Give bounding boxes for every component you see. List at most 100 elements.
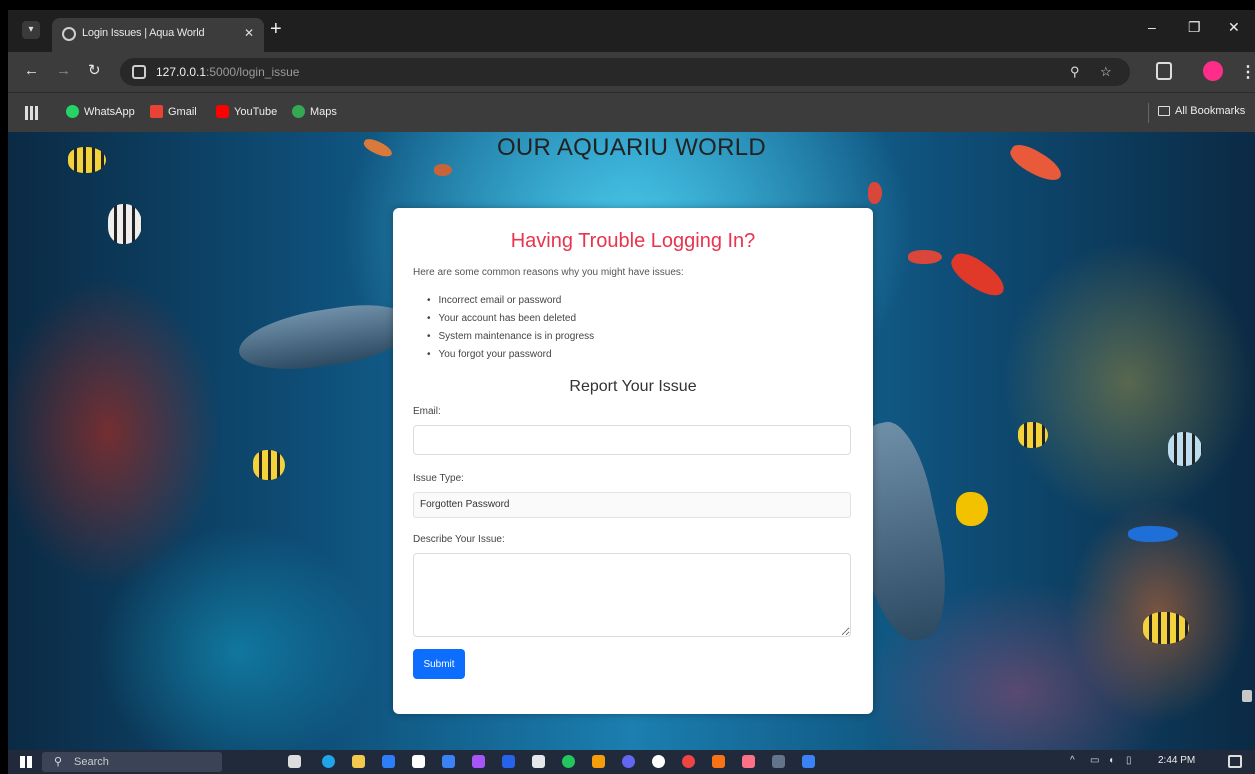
list-item: Your account has been deleted bbox=[427, 310, 853, 328]
issue-type-value: Forgotten Password bbox=[420, 499, 510, 510]
app-icon[interactable] bbox=[592, 755, 605, 768]
battery-icon[interactable]: ▯ bbox=[1126, 755, 1132, 766]
restore-button[interactable]: ❐ bbox=[1188, 19, 1201, 36]
issue-description-field[interactable] bbox=[413, 553, 851, 637]
notification-icon[interactable] bbox=[1228, 755, 1242, 768]
app-icon[interactable] bbox=[472, 755, 485, 768]
search-icon: ⚲ bbox=[54, 756, 63, 768]
fish-image bbox=[1018, 422, 1048, 448]
task-view-icon[interactable] bbox=[288, 755, 301, 768]
profile-avatar[interactable] bbox=[1203, 61, 1223, 81]
extensions-icon[interactable] bbox=[1156, 62, 1172, 80]
scrollbar-thumb[interactable] bbox=[1242, 690, 1252, 702]
tab-title: Login Issues | Aqua World bbox=[82, 27, 205, 39]
app-icon[interactable] bbox=[772, 755, 785, 768]
edge-icon[interactable] bbox=[322, 755, 335, 768]
forward-icon[interactable]: → bbox=[56, 62, 71, 80]
tab-search-icon[interactable]: ▾ bbox=[22, 21, 40, 39]
fish-image bbox=[1168, 432, 1202, 466]
bookmark-maps[interactable]: Maps bbox=[292, 105, 337, 118]
back-icon[interactable]: ← bbox=[24, 62, 39, 80]
taskbar: ⚲ Search ^ ▭ ◖ ▯ 2:44 PM bbox=[8, 750, 1255, 774]
bookmark-label: Gmail bbox=[168, 105, 197, 118]
fish-image bbox=[108, 204, 142, 244]
intro-text: Here are some common reasons why you mig… bbox=[413, 267, 684, 278]
issue-type-select[interactable]: Forgotten Password bbox=[413, 492, 851, 518]
app-icon[interactable] bbox=[652, 755, 665, 768]
url-path: :5000/login_issue bbox=[206, 65, 300, 79]
app-icon[interactable] bbox=[742, 755, 755, 768]
close-tab-icon[interactable]: ✕ bbox=[244, 26, 254, 40]
reload-icon[interactable]: ↻ bbox=[88, 62, 101, 80]
page-background: OUR AQUARIU WORLD Having Trouble Logging… bbox=[8, 132, 1255, 750]
gmail-icon bbox=[150, 105, 163, 118]
bookmark-star-icon[interactable]: ☆ bbox=[1100, 64, 1112, 80]
windows-start-icon[interactable] bbox=[20, 756, 32, 768]
folder-icon bbox=[1158, 106, 1170, 116]
fish-image bbox=[945, 247, 1011, 303]
address-bar[interactable]: 127.0.0.1:5000/login_issue ⚲ ☆ bbox=[120, 58, 1130, 86]
report-heading: Report Your Issue bbox=[569, 378, 697, 395]
site-info-icon[interactable] bbox=[132, 65, 146, 79]
taskbar-search-label: Search bbox=[74, 756, 109, 768]
email-label: Email: bbox=[413, 406, 441, 417]
screen: ▾ Login Issues | Aqua World ✕ + – ❐ ✕ ← … bbox=[0, 0, 1255, 774]
fish-image bbox=[1143, 612, 1189, 644]
chrome-icon[interactable] bbox=[682, 755, 695, 768]
list-item: Incorrect email or password bbox=[427, 292, 853, 310]
list-item: You forgot your password bbox=[427, 346, 853, 364]
tab-strip: ▾ Login Issues | Aqua World ✕ + – ❐ ✕ bbox=[8, 10, 1255, 52]
bookmark-label: WhatsApp bbox=[84, 105, 135, 118]
volume-icon[interactable]: ◖ bbox=[1108, 755, 1114, 766]
app-icon[interactable] bbox=[712, 755, 725, 768]
globe-icon bbox=[62, 27, 76, 41]
minimize-button[interactable]: – bbox=[1148, 19, 1156, 35]
fish-image bbox=[868, 182, 882, 204]
active-tab[interactable]: Login Issues | Aqua World ✕ bbox=[52, 18, 264, 52]
clock[interactable]: 2:44 PM bbox=[1158, 755, 1195, 766]
file-explorer-icon[interactable] bbox=[352, 755, 365, 768]
new-tab-button[interactable]: + bbox=[270, 18, 282, 40]
bookmarks-divider bbox=[1148, 103, 1149, 123]
bookmark-gmail[interactable]: Gmail bbox=[150, 105, 197, 118]
reasons-list: Incorrect email or password Your account… bbox=[427, 292, 853, 364]
app-icon[interactable] bbox=[442, 755, 455, 768]
maps-icon bbox=[292, 105, 305, 118]
dolphin-left-image bbox=[234, 298, 412, 378]
app-icon[interactable] bbox=[532, 755, 545, 768]
bookmark-whatsapp[interactable]: WhatsApp bbox=[66, 105, 135, 118]
chevron-up-icon[interactable]: ^ bbox=[1070, 755, 1075, 766]
whatsapp-icon bbox=[66, 105, 79, 118]
bookmark-label: YouTube bbox=[234, 105, 278, 118]
app-icon[interactable] bbox=[802, 755, 815, 768]
fish-image bbox=[434, 164, 452, 176]
taskbar-search[interactable]: ⚲ Search bbox=[42, 752, 222, 772]
list-item: System maintenance is in progress bbox=[427, 328, 853, 346]
all-bookmarks-label: All Bookmarks bbox=[1175, 105, 1246, 117]
vscode-icon[interactable] bbox=[382, 755, 395, 768]
apps-icon[interactable] bbox=[25, 106, 39, 120]
browser-toolbar: ← → ↻ 127.0.0.1:5000/login_issue ⚲ ☆ ⋮ bbox=[8, 52, 1255, 92]
zoom-icon[interactable]: ⚲ bbox=[1070, 64, 1080, 80]
submit-button[interactable]: Submit bbox=[413, 649, 465, 679]
email-field[interactable] bbox=[413, 425, 851, 455]
issue-type-label: Issue Type: bbox=[413, 473, 464, 484]
fish-image bbox=[253, 450, 285, 480]
describe-label: Describe Your Issue: bbox=[413, 534, 505, 545]
page-heading: Having Trouble Logging In? bbox=[510, 230, 756, 252]
app-icon[interactable] bbox=[412, 755, 425, 768]
url-host: 127.0.0.1:5000/login_issue bbox=[156, 65, 300, 79]
fish-image bbox=[956, 492, 988, 526]
network-icon[interactable]: ▭ bbox=[1090, 755, 1099, 766]
bookmark-youtube[interactable]: YouTube bbox=[216, 105, 277, 118]
youtube-icon bbox=[216, 105, 229, 118]
site-title: OUR AQUARIU WORLD bbox=[496, 134, 767, 161]
all-bookmarks[interactable]: All Bookmarks bbox=[1158, 105, 1245, 117]
fish-image bbox=[1128, 526, 1178, 542]
whatsapp-taskbar-icon[interactable] bbox=[562, 755, 575, 768]
app-icon[interactable] bbox=[622, 755, 635, 768]
app-icon[interactable] bbox=[502, 755, 515, 768]
close-window-button[interactable]: ✕ bbox=[1228, 19, 1240, 36]
bookmarks-bar: WhatsApp Gmail YouTube Maps All Bookmark… bbox=[8, 92, 1255, 132]
menu-icon[interactable]: ⋮ bbox=[1240, 62, 1255, 82]
